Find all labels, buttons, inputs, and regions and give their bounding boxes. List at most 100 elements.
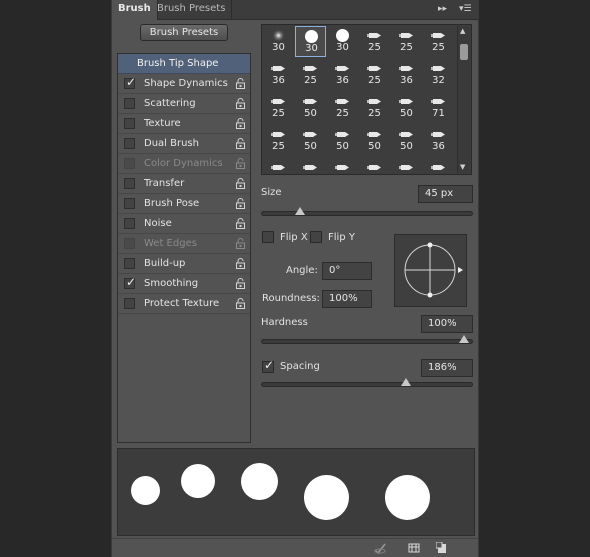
lock-icon[interactable]	[236, 178, 245, 189]
option-checkbox[interactable]	[124, 198, 135, 209]
toggle-live-tip-icon[interactable]	[374, 542, 386, 554]
hardness-field[interactable]: 100%	[421, 315, 473, 333]
brush-tip-cell[interactable]: 50	[391, 158, 422, 174]
lock-icon[interactable]	[236, 158, 245, 169]
brush-tip-cell[interactable]: 50	[391, 125, 422, 156]
lock-icon[interactable]	[236, 138, 245, 149]
spacing-field[interactable]: 186%	[421, 359, 473, 377]
option-checkbox[interactable]	[124, 238, 135, 249]
brush-tip-cell[interactable]: 71	[423, 92, 454, 123]
brush-tip-cell[interactable]: 25	[359, 92, 390, 123]
lock-icon[interactable]	[236, 78, 245, 89]
lock-icon[interactable]	[236, 278, 245, 289]
lock-icon[interactable]	[236, 98, 245, 109]
brush-tip-cell[interactable]: 36	[327, 59, 358, 90]
brush-option-protect-texture[interactable]: Protect Texture	[118, 294, 250, 314]
brush-tip-cell[interactable]: 36	[263, 59, 294, 90]
brush-tip-cell[interactable]: 25	[359, 59, 390, 90]
brush-tip-cell[interactable]: 36	[391, 59, 422, 90]
size-field[interactable]: 45 px	[418, 185, 473, 203]
scroll-thumb[interactable]	[460, 44, 468, 60]
brush-tip-cell[interactable]: 25	[391, 26, 422, 57]
brush-option-wet-edges[interactable]: Wet Edges	[118, 234, 250, 254]
brush-tip-size: 30	[272, 42, 285, 53]
option-checkbox[interactable]	[124, 258, 135, 269]
bristle-brush-icon	[335, 66, 349, 71]
brush-option-build-up[interactable]: Build-up	[118, 254, 250, 274]
lock-icon[interactable]	[236, 238, 245, 249]
lock-icon[interactable]	[236, 298, 245, 309]
preview-dab	[131, 476, 160, 505]
brush-tip-cell[interactable]: 25	[263, 158, 294, 174]
brush-tip-cell[interactable]: 50	[295, 92, 326, 123]
spacing-checkbox[interactable]: ✓	[262, 359, 274, 373]
size-slider-knob[interactable]	[295, 207, 305, 215]
lock-icon[interactable]	[236, 218, 245, 229]
brush-option-noise[interactable]: Noise	[118, 214, 250, 234]
brush-option-brush-tip-shape[interactable]: Brush Tip Shape	[118, 54, 250, 74]
brush-option-texture[interactable]: Texture	[118, 114, 250, 134]
flip-y-checkbox[interactable]	[310, 231, 322, 243]
spacing-slider-knob[interactable]	[401, 378, 411, 386]
brush-option-brush-pose[interactable]: Brush Pose	[118, 194, 250, 214]
option-checkbox[interactable]	[124, 118, 135, 129]
brush-tip-cell[interactable]: 25	[359, 26, 390, 57]
option-checkbox[interactable]: ✓	[124, 276, 136, 289]
size-slider[interactable]	[261, 207, 473, 216]
bristle-brush-icon	[271, 165, 285, 170]
brush-option-scattering[interactable]: Scattering	[118, 94, 250, 114]
angle-roundness-widget[interactable]	[394, 234, 467, 307]
lock-icon[interactable]	[236, 258, 245, 269]
brush-option-dual-brush[interactable]: Dual Brush	[118, 134, 250, 154]
spacing-slider[interactable]	[261, 378, 473, 387]
brush-tip-cell[interactable]: 50	[327, 125, 358, 156]
brush-tip-cell[interactable]: 30	[295, 26, 326, 57]
brush-tip-cell[interactable]: 30	[327, 26, 358, 57]
brush-tip-cell[interactable]: 25	[327, 92, 358, 123]
new-brush-icon[interactable]	[436, 542, 448, 554]
brush-tip-cell[interactable]: 36	[423, 158, 454, 174]
brush-tip-cell[interactable]: 25	[295, 59, 326, 90]
lock-icon[interactable]	[236, 118, 245, 129]
brush-tip-cell[interactable]: 32	[423, 59, 454, 90]
brush-tip-cell[interactable]: 50	[391, 92, 422, 123]
grid-view-icon[interactable]	[408, 542, 420, 554]
scroll-down-icon[interactable]: ▼	[460, 163, 465, 171]
brush-option-shape-dynamics[interactable]: ✓ Shape Dynamics	[118, 74, 250, 94]
brush-option-color-dynamics[interactable]: Color Dynamics	[118, 154, 250, 174]
brush-tip-size: 25	[272, 141, 285, 152]
brush-tip-cell[interactable]: 50	[327, 158, 358, 174]
brush-tip-cell[interactable]: 25	[423, 26, 454, 57]
collapse-icon[interactable]: ▸▸	[438, 3, 447, 15]
option-checkbox[interactable]	[124, 98, 135, 109]
brush-tip-cell[interactable]: 25	[263, 92, 294, 123]
bristle-brush-icon	[399, 132, 413, 137]
brush-tip-cell[interactable]: 30	[263, 26, 294, 57]
option-checkbox[interactable]	[124, 178, 135, 189]
brush-option-transfer[interactable]: Transfer	[118, 174, 250, 194]
option-checkbox[interactable]	[124, 158, 135, 169]
hard-round-brush-icon	[305, 30, 318, 43]
flip-x-checkbox[interactable]	[262, 231, 274, 243]
panel-menu-icon[interactable]: ▾☰	[459, 3, 472, 15]
roundness-field[interactable]: 100%	[322, 290, 372, 308]
brush-tip-cell[interactable]: 50	[359, 125, 390, 156]
option-checkbox[interactable]	[124, 298, 135, 309]
hardness-slider-knob[interactable]	[459, 335, 469, 343]
brush-tip-cell[interactable]: 50	[295, 125, 326, 156]
brush-tip-cell[interactable]: 36	[423, 125, 454, 156]
brush-option-smoothing[interactable]: ✓ Smoothing	[118, 274, 250, 294]
option-checkbox[interactable]	[124, 138, 135, 149]
brush-tip-cell[interactable]: 50	[295, 158, 326, 174]
tab-brush-presets[interactable]: Brush Presets	[151, 0, 233, 19]
scroll-up-icon[interactable]: ▲	[460, 27, 465, 35]
brush-tip-cell[interactable]: 50	[359, 158, 390, 174]
option-checkbox[interactable]: ✓	[124, 76, 136, 89]
angle-field[interactable]: 0°	[322, 262, 372, 280]
option-checkbox[interactable]	[124, 218, 135, 229]
lock-icon[interactable]	[236, 198, 245, 209]
brush-presets-button[interactable]: Brush Presets	[140, 24, 228, 41]
brush-tip-cell[interactable]: 25	[263, 125, 294, 156]
grid-scrollbar[interactable]: ▲ ▼	[457, 26, 470, 173]
hardness-slider[interactable]	[261, 335, 473, 344]
